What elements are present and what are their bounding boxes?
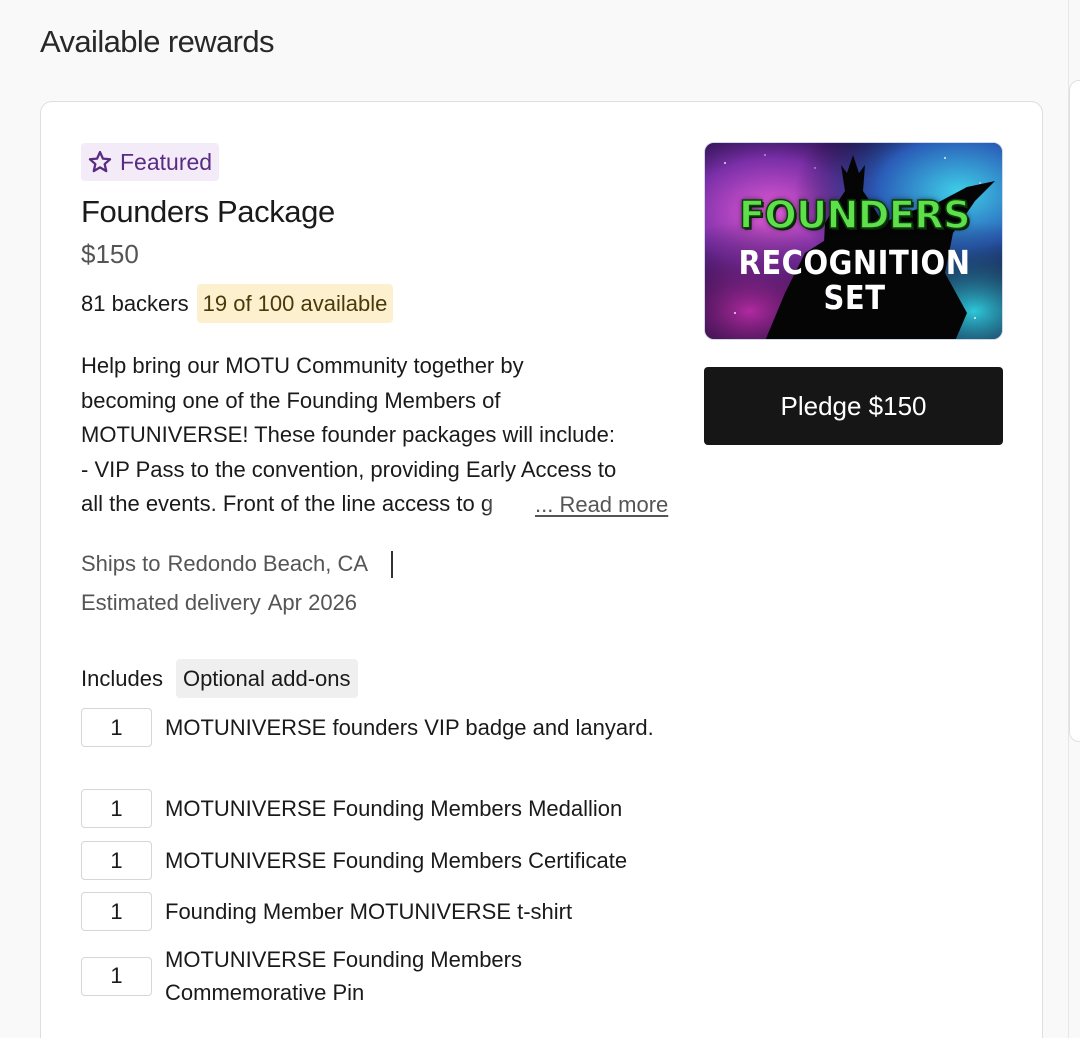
item-quantity: 1 xyxy=(81,789,152,828)
list-item: 1 MOTUNIVERSE Founding Members Commemora… xyxy=(81,943,701,1009)
read-more-link[interactable]: ... Read more xyxy=(533,488,669,522)
image-text-founders: FOUNDERS xyxy=(738,192,971,238)
item-quantity: 1 xyxy=(81,841,152,880)
reward-price: $150 xyxy=(81,239,139,269)
section-title: Available rewards xyxy=(40,24,275,59)
includes-label: Includes xyxy=(81,665,163,691)
item-name: MOTUNIVERSE Founding Members Medallion xyxy=(165,796,623,821)
item-quantity: 1 xyxy=(81,708,152,747)
sidebar-panel-edge xyxy=(1069,80,1080,742)
list-item: 1 MOTUNIVERSE Founding Members Certifica… xyxy=(81,841,701,880)
item-quantity: 1 xyxy=(81,956,152,996)
includes-row: Includes Optional add-ons xyxy=(81,659,358,698)
pledge-button[interactable]: Pledge $150 xyxy=(704,367,1003,445)
star-icon xyxy=(87,149,113,175)
description-fade xyxy=(481,488,537,522)
ships-to-value: Redondo Beach, CA xyxy=(167,551,369,576)
availability-badge: 19 of 100 available xyxy=(196,284,394,323)
reward-title: Founders Package xyxy=(81,194,335,229)
delivery-value: Apr 2026 xyxy=(267,590,358,615)
ships-to-label: Ships to xyxy=(81,551,161,576)
backers-count: 81 backers xyxy=(81,290,189,316)
item-quantity: 1 xyxy=(81,892,152,931)
reward-image: FOUNDERS RECOGNITION SET xyxy=(704,142,1003,340)
rewards-page: Available rewards Featured Founders Pack… xyxy=(0,0,1080,1038)
list-item: 1 Founding Member MOTUNIVERSE t-shirt xyxy=(81,892,701,931)
item-name: MOTUNIVERSE founders VIP badge and lanya… xyxy=(165,715,654,740)
item-name: MOTUNIVERSE Founding Members Certificate xyxy=(165,848,628,873)
backers-row: 81 backers 19 of 100 available xyxy=(81,284,394,323)
list-item: 1 MOTUNIVERSE founders VIP badge and lan… xyxy=(81,708,701,747)
featured-badge: Featured xyxy=(81,143,220,181)
item-name: MOTUNIVERSE Founding Members Commemorati… xyxy=(165,947,522,1005)
image-text-set: SET xyxy=(823,278,886,318)
featured-label: Featured xyxy=(120,148,213,175)
image-text-recognition: RECOGNITION xyxy=(738,243,971,283)
delivery-label: Estimated delivery xyxy=(81,590,261,615)
list-item: 1 MOTUNIVERSE Founding Members Medallion xyxy=(81,789,701,828)
optional-addons-badge: Optional add-ons xyxy=(175,659,358,698)
ships-to-row: Ships to Redondo Beach, CA xyxy=(81,548,394,580)
estimated-delivery-row: Estimated delivery Apr 2026 xyxy=(81,587,357,619)
meta-divider xyxy=(391,550,394,578)
item-name: Founding Member MOTUNIVERSE t-shirt xyxy=(165,899,573,924)
reward-card: Featured Founders Package $150 81 backer… xyxy=(40,101,1043,1038)
